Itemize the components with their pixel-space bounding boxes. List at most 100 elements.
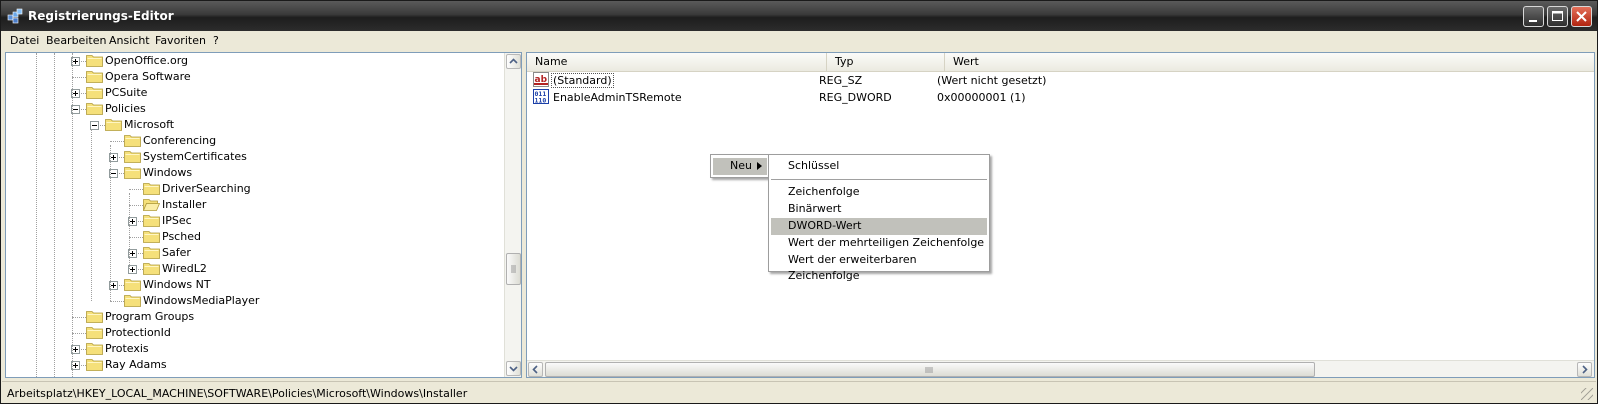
submenu-item-erweiterbare-zeichenfolge[interactable]: Wert der erweiterbaren Zeichenfolge <box>771 252 987 282</box>
minimize-icon <box>1529 20 1537 22</box>
context-menu: Neu <box>710 154 770 178</box>
menu-bar: Datei Bearbeiten Ansicht Favoriten ? <box>2 31 1596 51</box>
folder-icon <box>86 343 103 355</box>
folder-icon <box>143 215 160 227</box>
tree-item[interactable]: Psched <box>6 229 501 245</box>
tree-item[interactable]: Windows NT <box>6 277 501 293</box>
tree-item[interactable]: Installer <box>6 197 501 213</box>
chevron-down-icon <box>509 366 518 372</box>
tree-item-label: Ray Adams <box>105 358 167 371</box>
tree-item-label: Protexis <box>105 342 149 355</box>
scroll-down-button[interactable] <box>506 361 521 376</box>
submenu-item-zeichenfolge[interactable]: Zeichenfolge <box>771 184 987 201</box>
submenu-item-binaerwert[interactable]: Binärwert <box>771 201 987 218</box>
tree-item[interactable]: SystemCertificates <box>6 149 501 165</box>
tree-item[interactable]: Protexis <box>6 341 501 357</box>
tree-connector <box>129 205 143 206</box>
column-header-value[interactable]: Wert <box>945 53 1594 72</box>
status-path: Arbeitsplatz\HKEY_LOCAL_MACHINE\SOFTWARE… <box>7 387 468 400</box>
menu-bearbeiten[interactable]: Bearbeiten <box>46 34 106 47</box>
list-header: Name Typ Wert <box>527 53 1594 72</box>
menu-datei[interactable]: Datei <box>10 34 39 47</box>
list-horizontal-scrollbar[interactable] <box>527 360 1594 377</box>
tree-connector <box>129 237 143 238</box>
tree-connector <box>72 333 86 334</box>
tree-scroll-thumb[interactable] <box>506 253 521 285</box>
tree-item[interactable]: Opera Software <box>6 69 501 85</box>
tree-connector <box>72 77 86 78</box>
value-data: (Wert nicht gesetzt) <box>937 74 1047 87</box>
tree-connector <box>110 301 124 302</box>
folder-icon <box>105 119 122 131</box>
tree-item[interactable]: ProtectionId <box>6 325 501 341</box>
tree-item[interactable]: Windows <box>6 165 501 181</box>
scroll-right-button[interactable] <box>1577 362 1592 377</box>
tree-item[interactable]: PCSuite <box>6 85 501 101</box>
submenu-item-mehrteilige-zeichenfolge[interactable]: Wert der mehrteiligen Zeichenfolge <box>771 235 987 252</box>
tree-item-label: Psched <box>162 230 201 243</box>
title-bar[interactable]: Registrierungs-Editor <box>1 1 1597 31</box>
tree-item[interactable]: OpenOffice.org <box>6 53 501 69</box>
svg-text:110: 110 <box>535 97 547 105</box>
tree-guide-line <box>129 193 130 269</box>
context-menu-item-label: Neu <box>730 159 752 172</box>
column-header-name[interactable]: Name <box>527 53 827 72</box>
submenu-item-schluessel[interactable]: Schlüssel <box>771 158 987 175</box>
tree-item-label: Windows <box>143 166 193 179</box>
registry-editor-icon <box>7 8 23 24</box>
tree-connector <box>129 189 143 190</box>
folder-icon <box>143 263 160 275</box>
folder-icon <box>124 167 141 179</box>
list-scroll-thumb[interactable] <box>545 362 1315 377</box>
new-submenu: Schlüssel Zeichenfolge Binärwert DWORD-W… <box>768 154 990 282</box>
tree-item-label: Windows NT <box>143 278 211 291</box>
tree-item[interactable]: WindowsMediaPlayer <box>6 293 501 309</box>
value-data: 0x00000001 (1) <box>937 91 1026 104</box>
tree-item-label: OpenOffice.org <box>105 54 189 67</box>
folder-icon <box>124 151 141 163</box>
scroll-left-button[interactable] <box>528 362 543 377</box>
scroll-up-button[interactable] <box>506 54 521 69</box>
context-menu-item-neu[interactable]: Neu <box>713 158 767 175</box>
binary-value-icon: 011 110 <box>533 89 549 104</box>
tree-guide-line <box>110 145 111 301</box>
maximize-button[interactable] <box>1547 6 1568 27</box>
column-header-type[interactable]: Typ <box>827 53 945 72</box>
tree-item-label: IPSec <box>162 214 192 227</box>
tree-item-label: Opera Software <box>105 70 191 83</box>
folder-icon <box>86 71 103 83</box>
tree-item[interactable]: Program Groups <box>6 309 501 325</box>
window-title: Registrierungs-Editor <box>28 9 174 23</box>
tree-item[interactable]: Safer <box>6 245 501 261</box>
tree-item-label: Conferencing <box>143 134 217 147</box>
tree-vertical-scrollbar[interactable] <box>504 53 521 377</box>
menu-ansicht[interactable]: Ansicht <box>109 34 150 47</box>
menu-favoriten[interactable]: Favoriten <box>155 34 206 47</box>
tree-item[interactable]: DriverSearching <box>6 181 501 197</box>
key-tree-pane[interactable]: OpenOffice.org Opera Software PCSuite Polic… <box>5 52 522 378</box>
tree-item[interactable]: WiredL2 <box>6 261 501 277</box>
menu-help[interactable]: ? <box>213 34 219 47</box>
tree-item[interactable]: Microsoft <box>6 117 501 133</box>
resize-grip-icon[interactable] <box>1581 388 1593 400</box>
folder-icon <box>143 247 160 259</box>
folder-icon <box>143 231 160 243</box>
values-list-pane[interactable]: Name Typ Wert ab (Standard) REG_SZ (Wert… <box>526 52 1595 378</box>
tree-item-label: PCSuite <box>105 86 148 99</box>
tree-item[interactable]: Ray Adams <box>6 357 501 373</box>
tree-item[interactable]: IPSec <box>6 213 501 229</box>
tree-item[interactable]: Conferencing <box>6 133 501 149</box>
chevron-up-icon <box>509 58 518 64</box>
minimize-button[interactable] <box>1523 6 1544 27</box>
submenu-item-dword-wert[interactable]: DWORD-Wert <box>771 218 987 235</box>
folder-icon <box>124 135 141 147</box>
folder-icon <box>124 279 141 291</box>
maximize-icon <box>1552 11 1563 21</box>
tree-item-label: DriverSearching <box>162 182 251 195</box>
list-row[interactable]: ab (Standard) REG_SZ (Wert nicht gesetzt… <box>527 72 1577 89</box>
value-type: REG_DWORD <box>819 91 892 104</box>
close-button[interactable] <box>1571 6 1592 27</box>
tree-item[interactable]: Policies <box>6 101 501 117</box>
tree-connector <box>110 141 124 142</box>
list-row[interactable]: 011 110 EnableAdminTSRemote REG_DWORD 0x… <box>527 89 1577 106</box>
